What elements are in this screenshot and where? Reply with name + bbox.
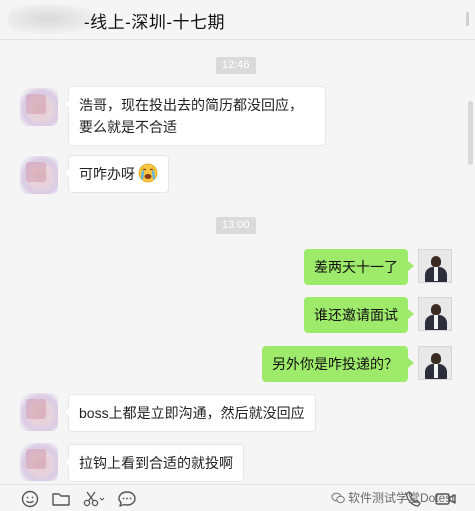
outgoing-message[interactable]: 另外你是咋投递的？ <box>262 346 414 382</box>
contact-avatar[interactable] <box>20 393 58 431</box>
incoming-message[interactable]: 可咋办呀 <box>63 155 169 193</box>
timestamp: 12:46 <box>216 57 256 74</box>
chat-history[interactable]: 12:46 浩哥，现在投出去的简历都没回应，要么就是不合适 可咋办呀 13:00… <box>0 41 475 483</box>
incoming-message[interactable]: boss上都是立即沟通，然后就没回应 <box>63 394 316 432</box>
header-edge-mark <box>466 12 469 26</box>
my-avatar[interactable] <box>418 346 452 380</box>
folder-icon[interactable] <box>51 490 71 508</box>
contact-avatar[interactable] <box>20 88 58 126</box>
message-text: 可咋办呀 <box>79 166 135 182</box>
contact-avatar[interactable] <box>20 156 58 194</box>
phone-icon[interactable] <box>404 490 424 508</box>
chat-bubble-icon[interactable] <box>117 490 137 508</box>
video-icon[interactable] <box>434 490 458 508</box>
timestamp: 13:00 <box>216 217 256 234</box>
input-toolbar: 软件测试学堂Dotest <box>0 484 475 511</box>
incoming-message[interactable]: 浩哥，现在投出去的简历都没回应，要么就是不合适 <box>63 86 326 146</box>
wechat-official-account-icon <box>331 492 345 504</box>
chat-header: -线上-深圳-十七期 <box>0 0 475 40</box>
outgoing-message[interactable]: 谁还邀请面试 <box>304 297 414 333</box>
my-avatar[interactable] <box>418 249 452 283</box>
my-avatar[interactable] <box>418 297 452 331</box>
scissors-icon[interactable] <box>82 490 106 508</box>
chat-title: -线上-深圳-十七期 <box>84 13 225 32</box>
outgoing-message[interactable]: 差两天十一了 <box>304 249 414 285</box>
crying-face-icon <box>138 163 158 183</box>
contact-avatar[interactable] <box>20 443 58 481</box>
emoji-icon[interactable] <box>20 490 40 508</box>
incoming-message[interactable]: 拉钩上看到合适的就投啊 <box>63 444 244 482</box>
chat-scrollbar[interactable] <box>468 101 473 165</box>
